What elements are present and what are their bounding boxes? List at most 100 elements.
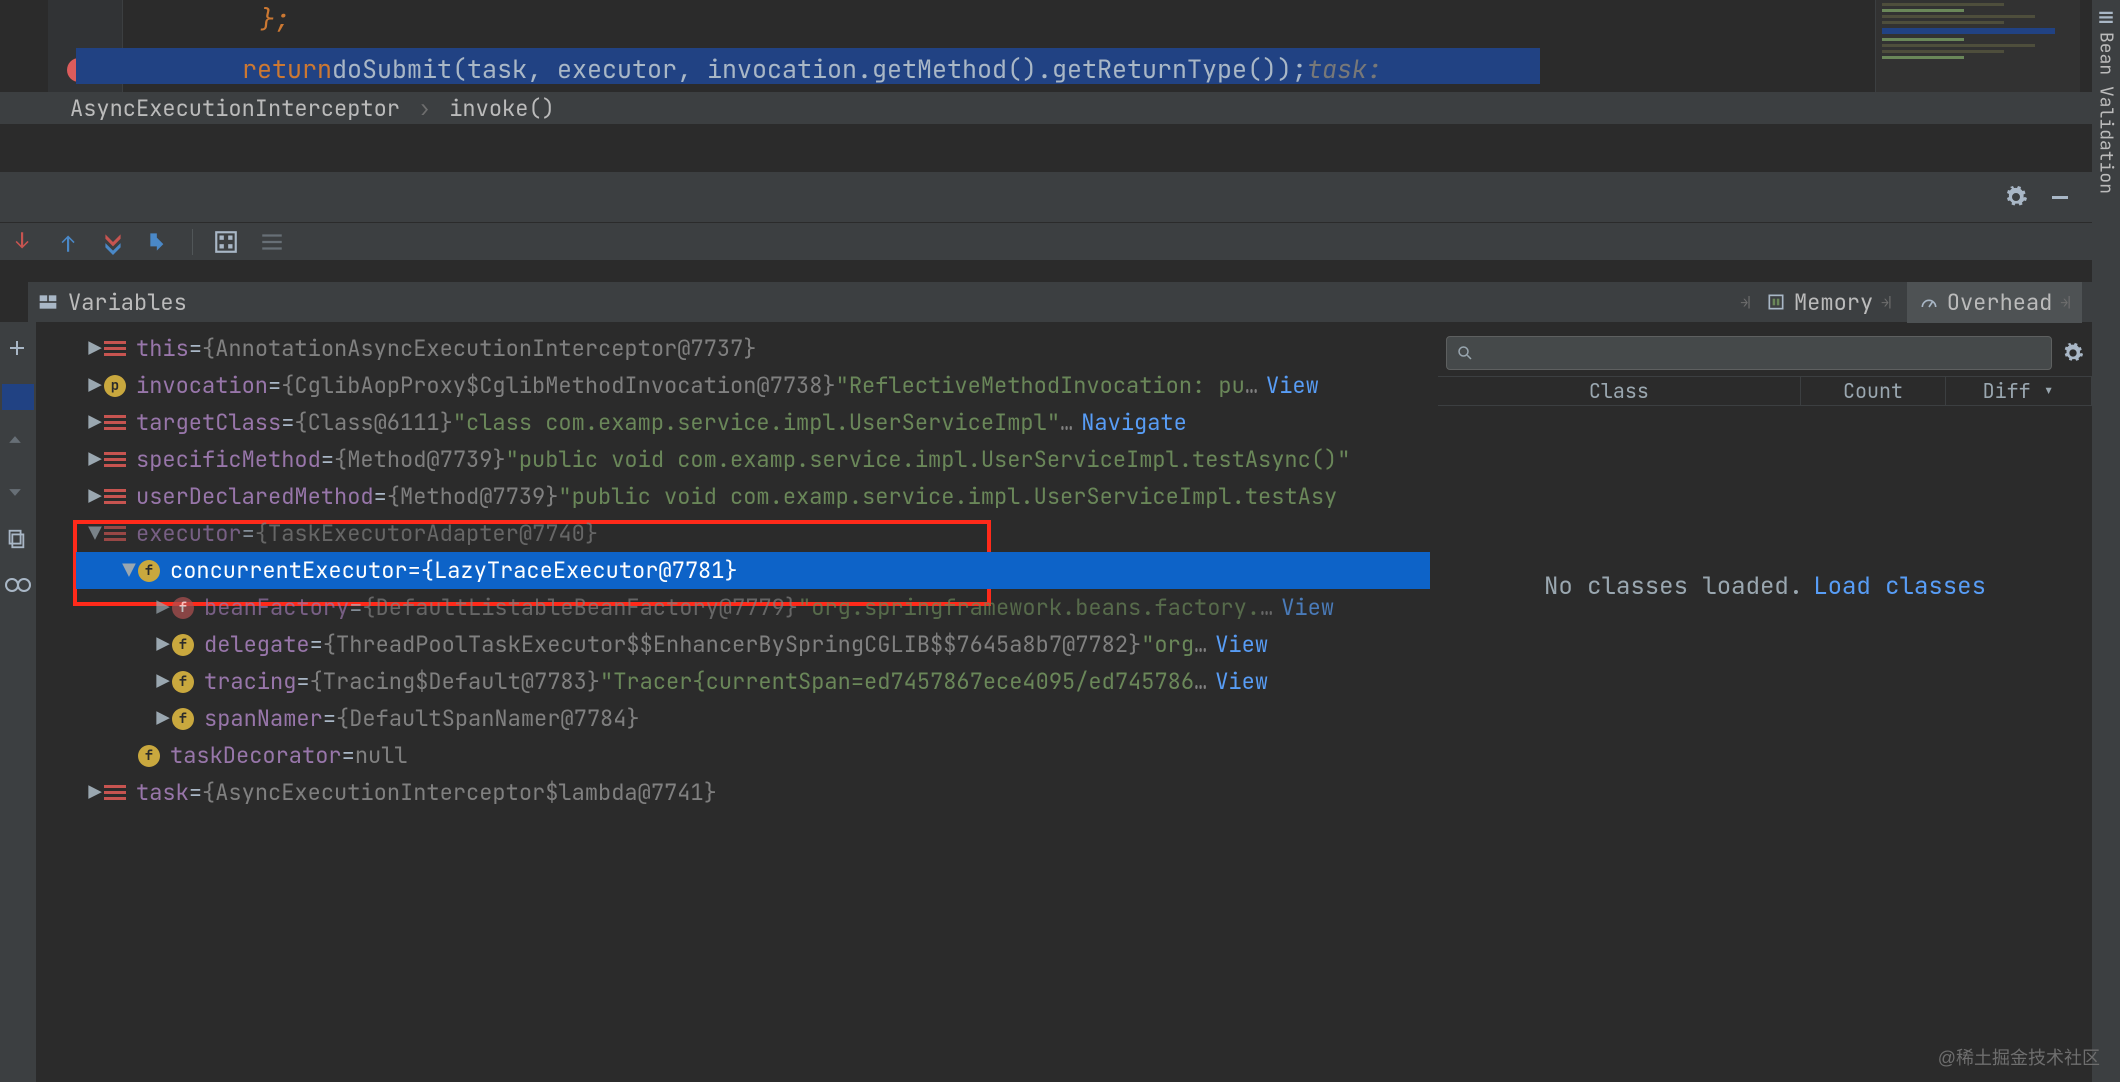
var-name: invocation (136, 371, 268, 400)
step-out-icon[interactable] (54, 229, 80, 255)
bean-validation-tab[interactable]: Bean Validation (2095, 32, 2118, 194)
field-icon: f (138, 745, 160, 767)
memory-tab-label: Memory (1794, 288, 1873, 317)
var-name: this (136, 334, 189, 363)
var-eq: = (296, 667, 309, 696)
expand-icon[interactable]: →| (1740, 294, 1750, 311)
glasses-icon[interactable] (5, 576, 31, 602)
gear-icon[interactable] (2004, 185, 2028, 209)
variable-row[interactable]: ▶task = {AsyncExecutionInterceptor$lambd… (76, 774, 1430, 811)
breadcrumb-method[interactable]: invoke() (449, 94, 555, 123)
variable-row[interactable]: ▼fconcurrentExecutor = {LazyTraceExecuto… (76, 552, 1430, 589)
var-eq: = (242, 519, 255, 548)
copy-icon[interactable] (5, 528, 31, 554)
expand-arrow[interactable]: ▶ (86, 445, 104, 474)
var-name: task (136, 778, 189, 807)
view-link[interactable]: View (1281, 593, 1334, 622)
var-string: "org.springframework.beans.factory. (798, 593, 1260, 622)
var-string: "org (1141, 630, 1194, 659)
expand-arrow[interactable]: ▶ (86, 482, 104, 511)
variable-row[interactable]: ▶fbeanFactory = {DefaultListableBeanFact… (76, 589, 1430, 626)
field-icon: f (172, 708, 194, 730)
minimize-icon[interactable] (2048, 185, 2072, 209)
ellipsis: … (1194, 667, 1207, 696)
breadcrumb-class[interactable]: AsyncExecutionInterceptor (70, 94, 400, 123)
memory-search-row (1438, 330, 2092, 376)
ellipsis: … (1260, 593, 1273, 622)
variable-row[interactable]: ▶this = {AnnotationAsyncExecutionInterce… (76, 330, 1430, 367)
var-name: beanFactory (204, 593, 349, 622)
variable-row[interactable]: ▶fdelegate = {ThreadPoolTaskExecutor$$En… (76, 626, 1430, 663)
keyword-token: return (242, 52, 332, 86)
variable-row[interactable]: f taskDecorator = null (76, 737, 1430, 774)
expand-arrow[interactable]: ▶ (154, 704, 172, 733)
expand-icon[interactable]: →| (1881, 294, 1891, 311)
expand-arrow[interactable]: ▼ (120, 556, 138, 585)
expand-arrow[interactable]: ▶ (86, 408, 104, 437)
expand-icon[interactable]: →| (2060, 294, 2070, 311)
memory-tab[interactable]: Memory →| (1754, 282, 1903, 323)
expand-arrow[interactable]: ▼ (86, 519, 104, 548)
var-type: {LazyTraceExecutor@7781} (421, 556, 738, 585)
var-eq: = (342, 741, 355, 770)
var-string: "ReflectiveMethodInvocation: pu (836, 371, 1245, 400)
expand-arrow[interactable]: ▶ (154, 593, 172, 622)
rail-menu-icon[interactable] (2097, 8, 2115, 26)
var-name: taskDecorator (170, 741, 342, 770)
force-step-icon[interactable] (100, 229, 126, 255)
expand-arrow[interactable]: ▶ (86, 334, 104, 363)
var-eq: = (374, 482, 387, 511)
down-icon[interactable] (5, 480, 31, 506)
variable-row[interactable]: ▼executor = {TaskExecutorAdapter@7740} (76, 515, 1430, 552)
field-icon: f (172, 634, 194, 656)
variable-row[interactable]: ▶fspanNamer = {DefaultSpanNamer@7784} (76, 700, 1430, 737)
variable-row[interactable]: ▶ftracing = {Tracing$Default@7783} "Trac… (76, 663, 1430, 700)
expand-arrow[interactable]: ▶ (154, 667, 172, 696)
var-eq: = (281, 408, 294, 437)
variable-row[interactable]: ▶targetClass = {Class@6111} "class com.e… (76, 404, 1430, 441)
breadcrumb[interactable]: AsyncExecutionInterceptor › invoke() (0, 92, 2120, 124)
memory-search-input[interactable] (1446, 336, 2052, 370)
var-type: {ThreadPoolTaskExecutor$$EnhancerBySprin… (323, 630, 1141, 659)
var-eq: = (189, 778, 202, 807)
step-into-icon[interactable] (8, 229, 34, 255)
col-count[interactable]: Count (1801, 377, 1947, 405)
field-icon: f (172, 597, 194, 619)
var-name: executor (136, 519, 242, 548)
inline-hint: task: (1307, 52, 1382, 86)
var-eq: = (408, 556, 421, 585)
ellipsis: … (1245, 371, 1258, 400)
expand-arrow[interactable]: ▶ (86, 778, 104, 807)
variable-row[interactable]: ▶pinvocation = {CglibAopProxy$CglibMetho… (76, 367, 1430, 404)
var-eq: = (323, 704, 336, 733)
col-diff[interactable]: Diff ▾ (1946, 377, 2092, 405)
drop-frame-icon[interactable] (146, 229, 172, 255)
expand-arrow[interactable]: ▶ (154, 630, 172, 659)
var-type: null (355, 741, 408, 770)
var-string: "public void com.examp.service.impl.User… (506, 445, 1351, 474)
col-class[interactable]: Class (1438, 377, 1801, 405)
add-watch-icon[interactable] (5, 336, 31, 362)
view-link[interactable]: View (1215, 630, 1268, 659)
view-link[interactable]: View (1266, 371, 1319, 400)
view-link[interactable]: View (1215, 667, 1268, 696)
var-name: concurrentExecutor (170, 556, 408, 585)
layout-icon[interactable] (38, 292, 58, 312)
overhead-tab[interactable]: Overhead →| (1907, 282, 2082, 323)
code-line: }; (260, 0, 1540, 38)
debug-left-rail (0, 322, 36, 1082)
evaluate-icon[interactable] (213, 229, 239, 255)
up-icon[interactable] (5, 432, 31, 458)
variables-tab[interactable]: Variables (68, 288, 187, 317)
load-classes-link[interactable]: Load classes (1813, 571, 1986, 602)
variable-row[interactable]: ▶userDeclaredMethod = {Method@7739} "pub… (76, 478, 1430, 515)
view-link[interactable]: Navigate (1081, 408, 1187, 437)
var-type: {Tracing$Default@7783} (310, 667, 600, 696)
variable-row[interactable]: ▶specificMethod = {Method@7739} "public … (76, 441, 1430, 478)
var-name: delegate (204, 630, 310, 659)
var-string: "Tracer{currentSpan=ed7457867ece4095/ed7… (600, 667, 1194, 696)
expand-arrow[interactable]: ▶ (86, 371, 104, 400)
trace-icon[interactable] (259, 229, 285, 255)
overhead-tab-label: Overhead (1947, 288, 2053, 317)
memory-gear-icon[interactable] (2062, 342, 2084, 364)
